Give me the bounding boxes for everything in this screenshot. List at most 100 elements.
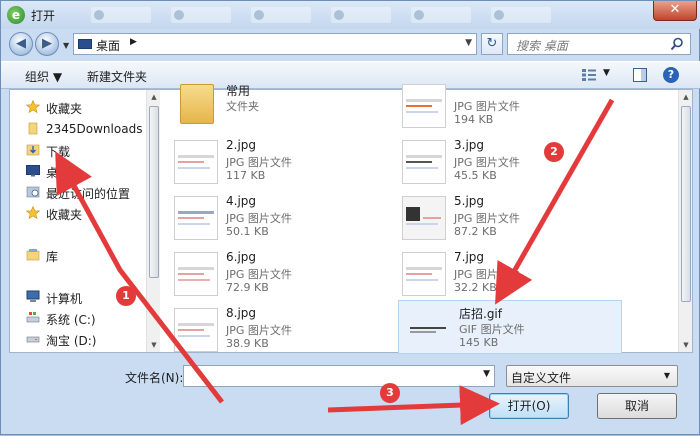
drive-icon bbox=[26, 336, 40, 343]
file-list: 常用 文件夹 JPG 图片文件 194 KB 2.jpg JPG 图片文件 11… bbox=[162, 84, 622, 354]
scrollbar-thumb[interactable] bbox=[681, 106, 691, 302]
scroll-down-icon[interactable]: ▼ bbox=[679, 338, 693, 352]
background-tab bbox=[251, 7, 311, 23]
file-type: JPG 图片文件 bbox=[454, 100, 520, 113]
system-drive-icon bbox=[26, 312, 40, 323]
organize-menu[interactable]: 组织 ▼ bbox=[25, 68, 62, 85]
open-file-dialog: e 打开 ✕ ◀ ▶ ▼ 桌面 ▶ ▼ ↻ 搜索 桌面 组织 ▼ 新建文件夹 ▼… bbox=[0, 0, 700, 435]
close-button[interactable]: ✕ bbox=[653, 1, 697, 21]
file-item[interactable]: 6.jpg JPG 图片文件 72.9 KB bbox=[166, 246, 390, 300]
back-button[interactable]: ◀ bbox=[9, 32, 33, 56]
nav-item-recent-places[interactable]: 最近访问的位置 bbox=[26, 183, 150, 201]
preview-pane-icon[interactable] bbox=[633, 68, 647, 82]
nav-item-label: 2345Downloads bbox=[46, 122, 143, 136]
file-type: JPG 图片文件 bbox=[454, 212, 520, 225]
image-thumbnail bbox=[407, 307, 451, 351]
file-size: 87.2 KB bbox=[454, 225, 497, 238]
nav-item-downloads[interactable]: 下载 bbox=[26, 141, 150, 159]
search-icon bbox=[670, 37, 683, 51]
file-item[interactable]: 3.jpg JPG 图片文件 45.5 KB bbox=[394, 134, 618, 188]
file-size: 145 KB bbox=[459, 336, 499, 349]
address-location[interactable]: 桌面 bbox=[96, 37, 120, 54]
address-row: ◀ ▶ ▼ 桌面 ▶ ▼ ↻ 搜索 桌面 bbox=[1, 29, 700, 59]
refresh-button[interactable]: ↻ bbox=[481, 33, 503, 55]
file-size: 72.9 KB bbox=[226, 281, 269, 294]
forward-arrow-icon: ▶ bbox=[42, 36, 52, 51]
filename-input[interactable]: ▼ bbox=[183, 365, 495, 387]
chevron-right-icon[interactable]: ▶ bbox=[130, 37, 137, 47]
help-icon[interactable]: ? bbox=[663, 67, 679, 83]
library-icon bbox=[26, 249, 40, 261]
file-name: 7.jpg bbox=[454, 250, 485, 264]
address-bar[interactable]: 桌面 ▶ ▼ bbox=[73, 33, 477, 55]
nav-item-label: 下载 bbox=[46, 145, 71, 159]
file-name: 店招.gif bbox=[459, 307, 502, 321]
view-dropdown-icon[interactable]: ▼ bbox=[603, 68, 610, 78]
star-icon bbox=[26, 206, 40, 219]
nav-item-favorites[interactable]: 收藏夹 bbox=[26, 98, 150, 116]
dialog-title: 打开 bbox=[31, 9, 56, 23]
file-type-filter[interactable]: 自定义文件 ▼ bbox=[506, 365, 678, 387]
nav-item-library[interactable]: 库 bbox=[26, 246, 150, 264]
file-size: 117 KB bbox=[226, 169, 266, 182]
file-item[interactable]: 7.jpg JPG 图片文件 32.2 KB bbox=[394, 246, 618, 300]
background-tab bbox=[91, 7, 151, 23]
file-item[interactable]: 8.jpg JPG 图片文件 38.9 KB bbox=[166, 302, 390, 356]
file-type: JPG 图片文件 bbox=[226, 156, 292, 169]
star-icon bbox=[26, 100, 40, 113]
chevron-down-icon[interactable]: ▼ bbox=[483, 369, 490, 379]
file-name: 8.jpg bbox=[226, 306, 257, 320]
history-dropdown-icon[interactable]: ▼ bbox=[63, 41, 69, 50]
file-name: 2.jpg bbox=[226, 138, 257, 152]
cancel-button[interactable]: 取消 bbox=[597, 393, 677, 419]
back-arrow-icon: ◀ bbox=[16, 36, 26, 51]
image-thumbnail bbox=[174, 308, 218, 352]
file-name: 6.jpg bbox=[226, 250, 257, 264]
file-item[interactable]: 2.jpg JPG 图片文件 117 KB bbox=[166, 134, 390, 188]
desktop-icon bbox=[78, 39, 92, 49]
file-item-selected[interactable]: 店招.gif GIF 图片文件 145 KB bbox=[398, 300, 622, 354]
scroll-down-icon[interactable]: ▼ bbox=[147, 338, 161, 352]
file-item[interactable]: 常用 文件夹 bbox=[166, 78, 390, 132]
file-scrollbar[interactable]: ▲ ▼ bbox=[678, 90, 692, 352]
annotation-badge-2: 2 bbox=[544, 142, 564, 162]
file-size: 50.1 KB bbox=[226, 225, 269, 238]
background-tab bbox=[491, 7, 551, 23]
file-item[interactable]: 5.jpg JPG 图片文件 87.2 KB bbox=[394, 190, 618, 244]
image-thumbnail bbox=[174, 196, 218, 240]
file-item[interactable]: 4.jpg JPG 图片文件 50.1 KB bbox=[166, 190, 390, 244]
open-button[interactable]: 打开(O) bbox=[489, 393, 569, 419]
image-thumbnail bbox=[174, 140, 218, 184]
nav-item-desktop[interactable]: 桌面 bbox=[26, 162, 150, 180]
chevron-down-icon[interactable]: ▼ bbox=[660, 369, 674, 383]
content-area: 收藏夹 2345Downloads 下载 桌面 最近访问的位置 收藏夹 库 计算… bbox=[9, 84, 693, 354]
file-name: 5.jpg bbox=[454, 194, 485, 208]
close-icon: ✕ bbox=[669, 2, 681, 17]
nav-item-label: 库 bbox=[46, 250, 59, 264]
forward-button[interactable]: ▶ bbox=[35, 32, 59, 56]
nav-item-drive-c[interactable]: 系统 (C:) bbox=[26, 309, 150, 327]
title-bar: e 打开 ✕ bbox=[1, 1, 700, 29]
nav-scrollbar[interactable]: ▲ ▼ bbox=[146, 90, 160, 352]
nav-item-drive-d[interactable]: 淘宝 (D:) bbox=[26, 330, 150, 348]
scroll-up-icon[interactable]: ▲ bbox=[147, 90, 161, 104]
search-input[interactable]: 搜索 桌面 bbox=[507, 33, 691, 55]
background-tab bbox=[171, 7, 231, 23]
chevron-down-icon[interactable]: ▼ bbox=[465, 38, 472, 48]
nav-item-label: 桌面 bbox=[46, 166, 71, 180]
image-thumbnail bbox=[402, 140, 446, 184]
image-thumbnail bbox=[402, 84, 446, 128]
new-folder-button[interactable]: 新建文件夹 bbox=[87, 68, 147, 85]
scroll-up-icon[interactable]: ▲ bbox=[679, 90, 693, 104]
file-type-filter-value: 自定义文件 bbox=[511, 371, 572, 385]
nav-item-label: 淘宝 (D:) bbox=[46, 334, 97, 348]
nav-item-favorites-2[interactable]: 收藏夹 bbox=[26, 204, 150, 222]
file-name: 3.jpg bbox=[454, 138, 485, 152]
nav-item-2345downloads[interactable]: 2345Downloads bbox=[26, 120, 150, 138]
file-item[interactable]: JPG 图片文件 194 KB bbox=[394, 78, 618, 132]
file-type: JPG 图片文件 bbox=[226, 324, 292, 337]
scrollbar-thumb[interactable] bbox=[149, 106, 159, 278]
file-type: JPG 图片文件 bbox=[226, 268, 292, 281]
search-placeholder: 搜索 桌面 bbox=[516, 39, 568, 53]
desktop-icon bbox=[26, 165, 40, 177]
